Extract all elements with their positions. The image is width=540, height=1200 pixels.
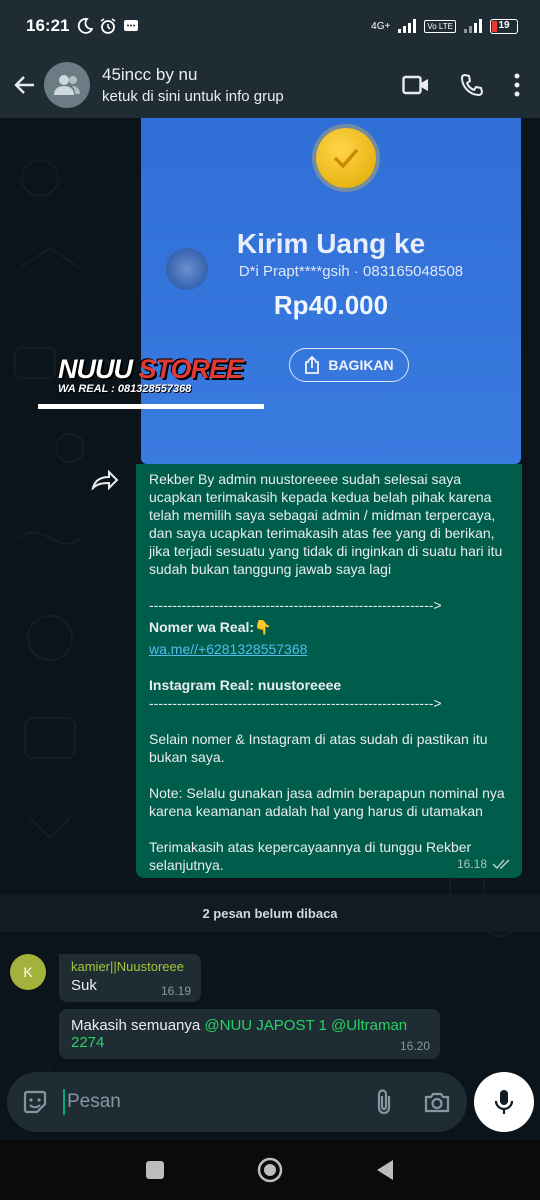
message-note: Note: Selalu gunakan jasa admin berapapu…: [149, 785, 505, 819]
recents-icon[interactable]: [145, 1160, 165, 1180]
message-divider: ----------------------------------------…: [149, 597, 442, 613]
forward-icon: [91, 470, 119, 490]
voice-call-icon[interactable]: [460, 73, 484, 97]
success-coin-icon: [316, 128, 376, 188]
moon-icon: [78, 18, 94, 34]
message-composer: Pesan: [7, 1072, 467, 1132]
transfer-recipient: D*i Prapt****gsih · 083165048508: [238, 263, 464, 280]
video-call-icon[interactable]: [402, 75, 430, 95]
chat-subtitle: ketuk di sini untuk info grup: [102, 88, 284, 105]
sender-name[interactable]: kamier||Nuustoreee: [71, 959, 189, 974]
signal-icon-2: [464, 19, 482, 33]
message-time: 16.20: [399, 1039, 430, 1053]
message-text: Makasih semuanya: [71, 1017, 205, 1034]
wa-label: Nomer wa Real:: [149, 619, 255, 635]
header-actions: [402, 73, 520, 97]
battery-level: 19: [498, 19, 510, 31]
watermark-underline: [38, 404, 264, 409]
share-button: BAGIKAN: [289, 348, 409, 382]
pointing-down-emoji: 👇: [254, 619, 272, 635]
message-icon: [124, 20, 139, 31]
image-message[interactable]: Kirim Uang ke D*i Prapt****gsih · 083165…: [141, 118, 521, 464]
back-arrow-icon[interactable]: [12, 72, 38, 98]
message-time: 16.19: [160, 984, 191, 998]
home-icon[interactable]: [257, 1157, 283, 1183]
composer-actions: [375, 1088, 451, 1116]
battery-icon: 19: [490, 18, 518, 34]
transfer-amount: Rp40.000: [273, 290, 389, 320]
share-icon: [305, 356, 320, 374]
status-bar: 16:21 4G+ Vo LTE 19: [0, 0, 540, 52]
group-avatar[interactable]: [44, 62, 90, 108]
wa-link[interactable]: wa.me//+6281328557368: [149, 641, 307, 657]
watermark-title-2: STOREE: [138, 354, 245, 384]
volte-badge: Vo LTE: [424, 19, 456, 33]
incoming-message[interactable]: Makasih semuanya @NUU JAPOST 1 @Ultraman…: [59, 1009, 440, 1059]
share-label: BAGIKAN: [328, 357, 394, 373]
back-icon[interactable]: [375, 1159, 395, 1181]
instagram-label: Instagram Real: nuustoreeee: [149, 677, 342, 693]
camera-icon[interactable]: [423, 1090, 451, 1114]
watermark-logo: NUUU STOREE WA REAL : 081328557368: [38, 354, 268, 409]
message-input[interactable]: Pesan: [63, 1089, 375, 1115]
alarm-icon: [101, 18, 116, 34]
attach-icon[interactable]: [375, 1088, 393, 1116]
unread-banner: 2 pesan belum dibaca: [0, 894, 540, 932]
chat-area[interactable]: Kirim Uang ke D*i Prapt****gsih · 083165…: [0, 118, 540, 1070]
chat-title: 45incc by nu: [102, 65, 198, 84]
chat-header: 45incc by nu ketuk di sini untuk info gr…: [0, 52, 540, 118]
group-icon: [54, 75, 80, 95]
transfer-heading: Kirim Uang ke: [236, 228, 426, 259]
message-intro: Rekber By admin nuustoreeee sudah selesa…: [149, 471, 503, 577]
read-ticks-icon: [492, 859, 510, 870]
network-type: 4G+: [371, 20, 391, 32]
message-meta: 16.18: [457, 855, 512, 873]
signal-icon: [398, 19, 417, 33]
watermark-title-1: NUUU: [58, 354, 133, 384]
forward-button[interactable]: [86, 465, 124, 495]
microphone-icon: [494, 1090, 514, 1114]
status-system-icons: 4G+ Vo LTE 19: [371, 18, 518, 34]
system-nav-bar: [0, 1140, 540, 1200]
status-notification-icons: [77, 17, 139, 35]
sticker-icon[interactable]: [21, 1088, 49, 1116]
more-options-icon[interactable]: [514, 73, 520, 97]
chat-title-block[interactable]: 45incc by nu ketuk di sini untuk info gr…: [102, 65, 284, 105]
voice-message-button[interactable]: [474, 1072, 534, 1132]
message-divider-2: ----------------------------------------…: [149, 695, 442, 711]
message-notice: Selain nomer & Instagram di atas sudah d…: [149, 731, 488, 765]
sender-avatar[interactable]: K: [10, 954, 46, 990]
status-time: 16:21: [26, 16, 70, 35]
incoming-message[interactable]: kamier||Nuustoreee Suk 16.19: [59, 954, 201, 1002]
outgoing-message[interactable]: Rekber By admin nuustoreeee sudah selesa…: [136, 464, 522, 878]
message-time: 16.18: [456, 857, 487, 871]
